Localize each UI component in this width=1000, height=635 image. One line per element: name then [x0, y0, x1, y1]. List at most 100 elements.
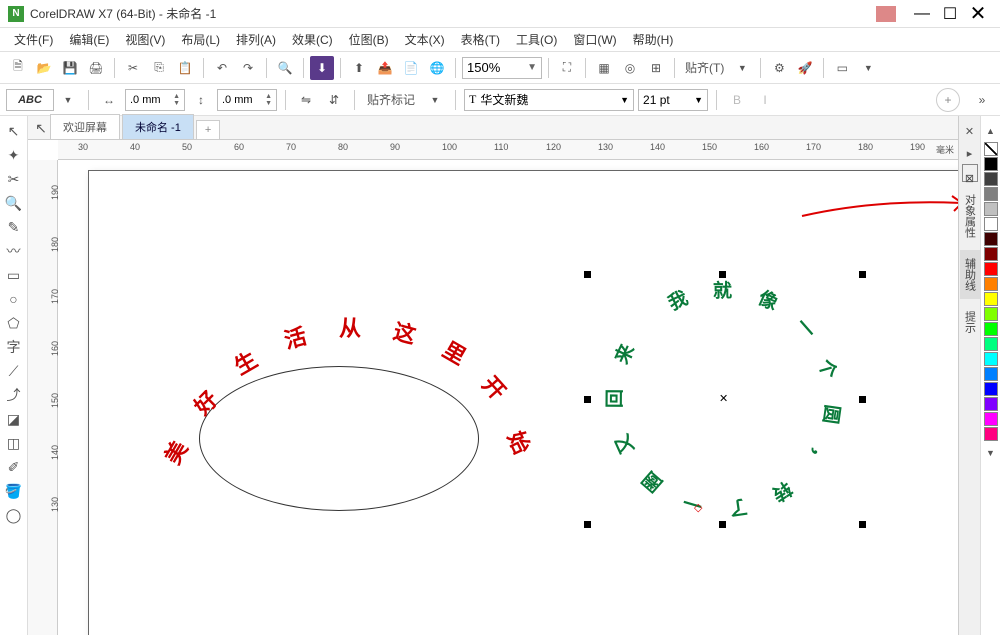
- guides-icon[interactable]: ◎: [618, 56, 642, 80]
- dock-tab-guidelines[interactable]: 辅助线: [960, 250, 980, 299]
- pick-mini-icon[interactable]: ↖: [32, 117, 50, 139]
- palette-up-icon[interactable]: ▲: [980, 120, 1000, 142]
- artistic-media-icon[interactable]: 〰: [3, 240, 25, 262]
- fill-tool-icon[interactable]: 🪣: [3, 480, 25, 502]
- chevron-down-icon[interactable]: ▼: [620, 95, 629, 105]
- color-swatch[interactable]: [984, 277, 998, 291]
- offset-v-field[interactable]: ▲▼: [217, 89, 277, 111]
- no-color-swatch[interactable]: [984, 142, 998, 156]
- spin-down-icon[interactable]: ▼: [265, 100, 272, 107]
- dock-tab-hints[interactable]: 提示: [960, 303, 980, 341]
- freehand-tool-icon[interactable]: ✎: [3, 216, 25, 238]
- save-icon[interactable]: 💾: [58, 56, 82, 80]
- menu-edit[interactable]: 编辑(E): [61, 28, 117, 51]
- grid-icon[interactable]: ▦: [592, 56, 616, 80]
- copy-icon[interactable]: ⎘: [147, 56, 171, 80]
- distance-v-icon[interactable]: ↕: [189, 88, 213, 112]
- connector-icon[interactable]: ⤴: [3, 384, 25, 406]
- color-swatch[interactable]: [984, 367, 998, 381]
- ruler-vertical[interactable]: 190180170160150140130: [28, 160, 58, 635]
- transparency-icon[interactable]: ◫: [3, 432, 25, 454]
- chevron-down-icon[interactable]: ▼: [730, 56, 754, 80]
- launch-icon[interactable]: 🚀: [793, 56, 817, 80]
- text-path-preset[interactable]: ABC: [6, 89, 54, 111]
- offset-h-input[interactable]: [130, 94, 170, 106]
- text-tool-icon[interactable]: 字: [3, 336, 25, 358]
- drop-shadow-icon[interactable]: ◪: [3, 408, 25, 430]
- zoom-combo[interactable]: ▼: [462, 57, 542, 79]
- menu-table[interactable]: 表格(T): [453, 28, 508, 51]
- selection-handle[interactable]: [719, 271, 726, 278]
- chevron-down-icon[interactable]: ▼: [694, 95, 703, 105]
- polygon-tool-icon[interactable]: ⬠: [3, 312, 25, 334]
- more-icon[interactable]: »: [970, 88, 994, 112]
- color-swatch[interactable]: [984, 337, 998, 351]
- shape-tool-icon[interactable]: ✦: [3, 144, 25, 166]
- drawing-canvas[interactable]: 美好生活从这里开始 我就像一个圆，转了一圈又回来 ✕ ◇: [58, 160, 958, 635]
- mirror-h-icon[interactable]: ⇋: [294, 88, 318, 112]
- tab-welcome[interactable]: 欢迎屏幕: [50, 114, 120, 139]
- user-avatar-icon[interactable]: [876, 6, 896, 22]
- color-swatch[interactable]: [984, 217, 998, 231]
- bold-icon[interactable]: B: [725, 88, 749, 112]
- color-swatch[interactable]: [984, 397, 998, 411]
- close-button[interactable]: ✕: [964, 4, 992, 24]
- mirror-v-icon[interactable]: ⇵: [322, 88, 346, 112]
- dock-close-x[interactable]: ⊠: [962, 164, 978, 182]
- italic-icon[interactable]: I: [753, 88, 777, 112]
- crop-tool-icon[interactable]: ✂: [3, 168, 25, 190]
- menu-bitmap[interactable]: 位图(B): [341, 28, 397, 51]
- menu-effects[interactable]: 效果(C): [284, 28, 341, 51]
- font-family-combo[interactable]: T 华文新魏 ▼: [464, 89, 634, 111]
- tab-document-1[interactable]: 未命名 -1: [122, 114, 194, 139]
- import-icon[interactable]: ⬇: [310, 56, 334, 80]
- offset-h-field[interactable]: ▲▼: [125, 89, 185, 111]
- undo-icon[interactable]: ↶: [210, 56, 234, 80]
- export-icon[interactable]: ⬆: [347, 56, 371, 80]
- eyedropper-icon[interactable]: ✐: [3, 456, 25, 478]
- palette-down-icon[interactable]: ▼: [980, 442, 1000, 464]
- selection-handle[interactable]: [859, 396, 866, 403]
- color-swatch[interactable]: [984, 322, 998, 336]
- color-swatch[interactable]: [984, 187, 998, 201]
- color-swatch[interactable]: [984, 427, 998, 441]
- color-swatch[interactable]: [984, 172, 998, 186]
- menu-view[interactable]: 视图(V): [117, 28, 173, 51]
- spin-down-icon[interactable]: ▼: [173, 100, 180, 107]
- color-swatch[interactable]: [984, 292, 998, 306]
- outline-tool-icon[interactable]: ◯: [3, 504, 25, 526]
- cut-icon[interactable]: ✂: [121, 56, 145, 80]
- open-icon[interactable]: 📂: [32, 56, 56, 80]
- color-swatch[interactable]: [984, 412, 998, 426]
- web-icon[interactable]: 🌐: [425, 56, 449, 80]
- zoom-input[interactable]: [467, 60, 517, 75]
- offset-v-input[interactable]: [222, 94, 262, 106]
- selection-handle[interactable]: [584, 521, 591, 528]
- snap-label[interactable]: 贴齐(T): [681, 59, 728, 76]
- new-doc-icon[interactable]: 🗎: [6, 56, 30, 80]
- selection-handle[interactable]: [584, 271, 591, 278]
- color-swatch[interactable]: [984, 247, 998, 261]
- color-swatch[interactable]: [984, 202, 998, 216]
- selection-center-icon[interactable]: ✕: [719, 392, 728, 405]
- color-swatch[interactable]: [984, 262, 998, 276]
- selection-handle[interactable]: [859, 521, 866, 528]
- ruler-horizontal[interactable]: 毫米 3040506070809010011012013014015016017…: [58, 140, 958, 160]
- spin-up-icon[interactable]: ▲: [173, 93, 180, 100]
- chevron-down-icon[interactable]: ▼: [423, 88, 447, 112]
- close-dock-icon[interactable]: ✕: [959, 120, 981, 142]
- fullscreen-icon[interactable]: ⛶: [555, 56, 579, 80]
- parallel-dim-icon[interactable]: ⟋: [3, 360, 25, 382]
- add-button[interactable]: +: [936, 88, 960, 112]
- search-icon[interactable]: 🔍: [273, 56, 297, 80]
- color-swatch[interactable]: [984, 352, 998, 366]
- options-icon[interactable]: ⚙: [767, 56, 791, 80]
- color-swatch[interactable]: [984, 382, 998, 396]
- menu-layout[interactable]: 布局(L): [173, 28, 228, 51]
- zoom-tool-icon[interactable]: 🔍: [3, 192, 25, 214]
- menu-tools[interactable]: 工具(O): [508, 28, 565, 51]
- minimize-button[interactable]: —: [908, 4, 936, 24]
- spin-up-icon[interactable]: ▲: [265, 93, 272, 100]
- chevron-down-icon[interactable]: ▼: [527, 62, 537, 73]
- print-icon[interactable]: 🖨: [84, 56, 108, 80]
